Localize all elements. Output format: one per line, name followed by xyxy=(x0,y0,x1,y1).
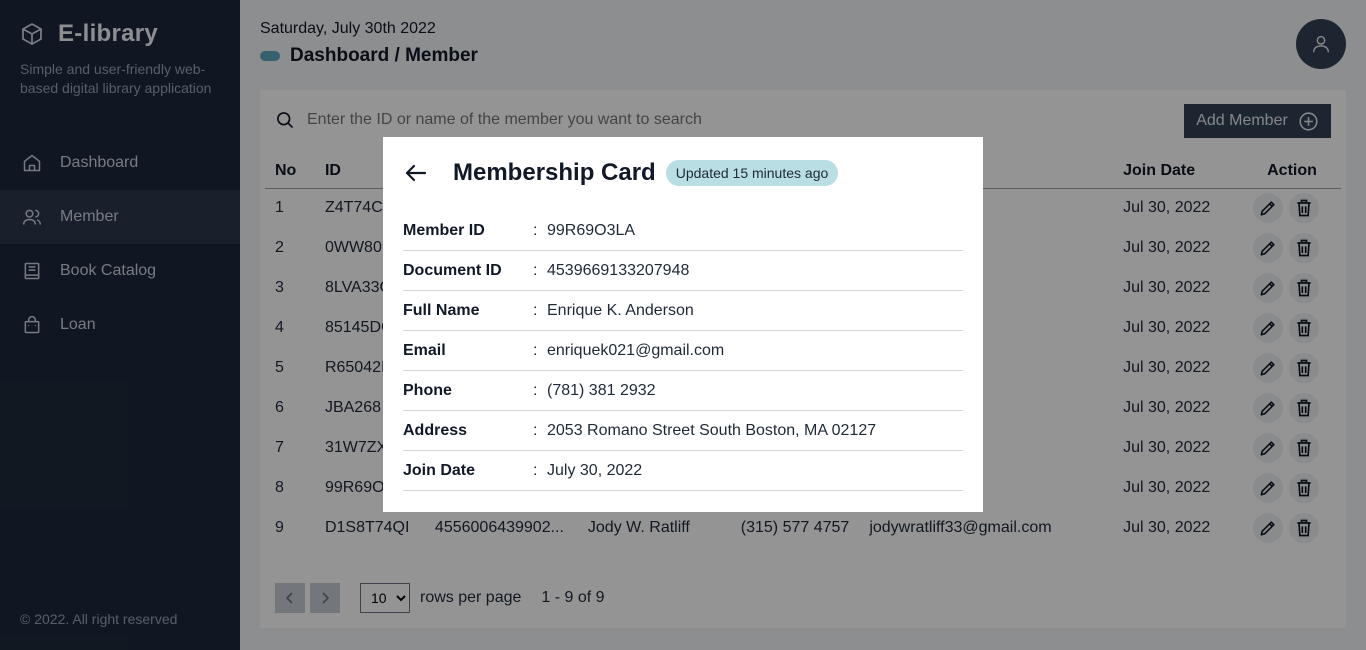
detail-colon: : xyxy=(533,301,538,319)
detail-colon: : xyxy=(533,381,538,399)
detail-row: Email: enriquek021@gmail.com xyxy=(403,331,963,371)
detail-row: Address:2053 Romano Street South Boston,… xyxy=(403,411,963,451)
detail-row: Phone: (781) 381 2932 xyxy=(403,371,963,411)
detail-value: Enrique K. Anderson xyxy=(547,301,694,319)
detail-label: Member ID xyxy=(403,221,485,239)
detail-label: Document ID xyxy=(403,261,502,279)
detail-colon: : xyxy=(533,461,538,479)
detail-colon: : xyxy=(533,341,538,359)
modal-header: Membership Card Updated 15 minutes ago xyxy=(403,159,839,187)
detail-value: July 30, 2022 xyxy=(547,461,643,479)
detail-value: 4539669133207948 xyxy=(547,261,690,279)
detail-value: enriquek021@gmail.com xyxy=(547,341,725,359)
modal-title: Membership Card xyxy=(453,159,656,186)
detail-value: 2053 Romano Street South Boston, MA 0212… xyxy=(547,421,877,439)
detail-label: Phone xyxy=(403,381,452,399)
detail-label: Full Name xyxy=(403,301,480,319)
detail-colon: : xyxy=(533,261,538,279)
detail-label: Email xyxy=(403,341,446,359)
updated-badge: Updated 15 minutes ago xyxy=(665,160,839,186)
detail-row: Join Date: July 30, 2022 xyxy=(403,451,963,491)
detail-colon: : xyxy=(533,421,538,439)
back-button[interactable] xyxy=(403,160,429,186)
detail-label: Join Date xyxy=(403,461,476,479)
detail-value: (781) 381 2932 xyxy=(547,381,656,399)
detail-row: Full Name: Enrique K. Anderson xyxy=(403,291,963,331)
member-details: Member ID:99R69O3LA Document ID:453966913… xyxy=(403,211,963,491)
detail-row: Document ID:4539669133207948 xyxy=(403,251,963,291)
membership-card-modal: Membership Card Updated 15 minutes ago M… xyxy=(383,137,983,512)
detail-value: 99R69O3LA xyxy=(547,221,636,239)
detail-row: Member ID:99R69O3LA xyxy=(403,211,963,251)
detail-colon: : xyxy=(533,221,538,239)
detail-label: Address xyxy=(403,421,468,439)
arrow-left-icon xyxy=(405,164,427,182)
